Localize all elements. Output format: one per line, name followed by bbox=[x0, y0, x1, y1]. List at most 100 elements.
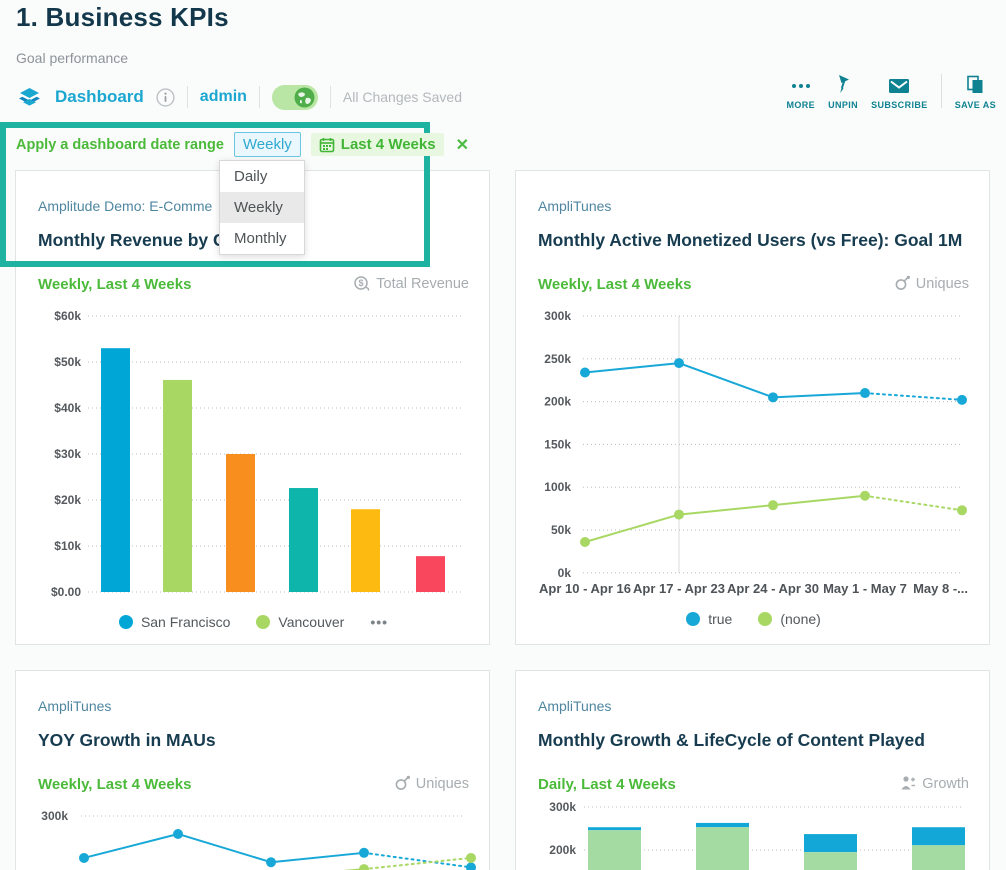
svg-text:May 1 - May 7: May 1 - May 7 bbox=[823, 581, 907, 596]
dashboard-toolbar: MORE UNPIN SUBSCRIBE SAVE AS bbox=[786, 74, 996, 110]
svg-text:50k: 50k bbox=[551, 523, 571, 537]
card-period: Daily, Last 4 Weeks bbox=[538, 776, 676, 793]
card-period: Weekly, Last 4 Weeks bbox=[38, 776, 191, 793]
svg-text:300k: 300k bbox=[549, 801, 576, 814]
subscribe-label: SUBSCRIBE bbox=[871, 100, 928, 110]
chart-card-yoy-growth: AmpliTunes YOY Growth in MAUs Weekly, La… bbox=[15, 670, 490, 870]
card-period: Weekly, Last 4 Weeks bbox=[38, 276, 191, 293]
svg-text:$40k: $40k bbox=[54, 401, 81, 415]
divider bbox=[330, 86, 331, 108]
legend-dot bbox=[758, 612, 772, 626]
svg-text:100k: 100k bbox=[544, 480, 571, 494]
layers-icon bbox=[16, 85, 43, 109]
legend-item-san-francisco[interactable]: San Francisco bbox=[119, 614, 230, 630]
svg-text:$0.00: $0.00 bbox=[51, 585, 81, 599]
dropdown-option-weekly[interactable]: Weekly bbox=[220, 192, 304, 223]
more-label: MORE bbox=[786, 100, 815, 110]
uniques-icon bbox=[894, 275, 911, 292]
card-period: Weekly, Last 4 Weeks bbox=[538, 276, 691, 293]
legend-dot bbox=[119, 615, 133, 629]
svg-text:300k: 300k bbox=[41, 809, 68, 823]
card-source: AmpliTunes bbox=[538, 198, 611, 214]
svg-text:May 8 -...: May 8 -... bbox=[913, 581, 968, 596]
svg-text:Apr 17 - Apr 23: Apr 17 - Apr 23 bbox=[633, 581, 725, 596]
revenue-coin-icon: $ bbox=[353, 275, 371, 292]
card-source: AmpliTunes bbox=[38, 698, 111, 714]
card-source: Amplitude Demo: E-Comme bbox=[38, 198, 212, 214]
legend-more-button[interactable]: ••• bbox=[370, 614, 388, 630]
admin-link[interactable]: admin bbox=[200, 88, 247, 106]
toolbar-divider bbox=[941, 74, 942, 108]
date-range-button[interactable]: Last 4 Weeks bbox=[311, 133, 444, 156]
legend-item-vancouver[interactable]: Vancouver bbox=[256, 614, 344, 630]
metric-label: Total Revenue bbox=[376, 276, 469, 292]
line-chart[interactable]: 300k bbox=[16, 801, 490, 870]
card-title-link[interactable]: Monthly Revenue by Cit bbox=[38, 230, 236, 251]
chart-legend: true (none) bbox=[516, 611, 990, 627]
bar-chart[interactable]: $60k $50k $40k $30k $20k $10k $0.00 bbox=[16, 301, 490, 611]
legend-dot bbox=[686, 612, 700, 626]
card-title-link[interactable]: Monthly Growth & LifeCycle of Content Pl… bbox=[538, 730, 925, 751]
more-button[interactable]: MORE bbox=[786, 76, 815, 110]
svg-text:$60k: $60k bbox=[54, 309, 81, 323]
chart-card-content-played: AmpliTunes Monthly Growth & LifeCycle of… bbox=[515, 670, 990, 870]
svg-text:300k: 300k bbox=[544, 309, 571, 323]
svg-text:150k: 150k bbox=[544, 437, 571, 451]
legend-label: true bbox=[708, 611, 732, 627]
date-range-bar: Apply a dashboard date range Weekly Last… bbox=[16, 131, 469, 158]
svg-text:$: $ bbox=[359, 278, 364, 288]
svg-text:Apr 10 - Apr 16: Apr 10 - Apr 16 bbox=[539, 581, 631, 596]
chart-legend: San Francisco Vancouver ••• bbox=[16, 614, 490, 630]
metric-label: Uniques bbox=[916, 276, 969, 292]
dropdown-option-monthly[interactable]: Monthly bbox=[220, 223, 304, 254]
svg-text:$10k: $10k bbox=[54, 539, 81, 553]
metric-label: Growth bbox=[922, 776, 969, 792]
public-toggle[interactable] bbox=[272, 85, 318, 110]
globe-icon bbox=[294, 87, 315, 108]
metric-label: Uniques bbox=[416, 776, 469, 792]
save-as-button[interactable]: SAVE AS bbox=[955, 75, 996, 110]
svg-text:Apr 24 - Apr 30: Apr 24 - Apr 30 bbox=[727, 581, 819, 596]
growth-person-icon bbox=[900, 775, 917, 792]
divider bbox=[259, 86, 260, 108]
card-metric: $ Total Revenue bbox=[353, 275, 469, 292]
unpin-button[interactable]: UNPIN bbox=[828, 74, 858, 110]
uniques-icon bbox=[394, 775, 411, 792]
legend-label: San Francisco bbox=[141, 614, 230, 630]
line-chart[interactable]: 300k250k200k150k100k50k0kApr 10 - Apr 16… bbox=[516, 301, 990, 606]
ellipsis-icon bbox=[789, 76, 813, 96]
svg-text:$30k: $30k bbox=[54, 447, 81, 461]
card-title-link[interactable]: Monthly Active Monetized Users (vs Free)… bbox=[538, 230, 962, 251]
card-metric: Growth bbox=[900, 775, 969, 792]
chart-card-monetized-users: AmpliTunes Monthly Active Monetized User… bbox=[515, 170, 990, 645]
svg-text:200k: 200k bbox=[549, 843, 576, 857]
close-icon[interactable]: ✕ bbox=[456, 135, 469, 155]
svg-text:$50k: $50k bbox=[54, 355, 81, 369]
dashboard-meta-row: Dashboard admin All Changes Saved bbox=[16, 82, 462, 112]
pin-icon bbox=[834, 74, 852, 96]
page-title: 1. Business KPIs bbox=[16, 2, 229, 33]
subscribe-button[interactable]: SUBSCRIBE bbox=[871, 76, 928, 110]
save-status: All Changes Saved bbox=[343, 89, 462, 105]
interval-dropdown-button[interactable]: Weekly bbox=[234, 132, 301, 157]
legend-item--none-[interactable]: (none) bbox=[758, 611, 820, 627]
divider bbox=[187, 86, 188, 108]
interval-dropdown-menu: DailyWeeklyMonthly bbox=[219, 160, 305, 255]
stacked-bar-chart[interactable]: 300k 200k bbox=[516, 801, 990, 870]
card-metric: Uniques bbox=[394, 775, 469, 792]
save-as-label: SAVE AS bbox=[955, 100, 996, 110]
envelope-icon bbox=[887, 76, 911, 96]
date-range-label: Apply a dashboard date range bbox=[16, 137, 224, 153]
card-metric: Uniques bbox=[894, 275, 969, 292]
dropdown-option-daily[interactable]: Daily bbox=[220, 161, 304, 192]
card-source: AmpliTunes bbox=[538, 698, 611, 714]
svg-text:$20k: $20k bbox=[54, 493, 81, 507]
copy-pages-icon bbox=[965, 75, 985, 96]
calendar-icon bbox=[319, 137, 335, 153]
unpin-label: UNPIN bbox=[828, 100, 858, 110]
card-title-link[interactable]: YOY Growth in MAUs bbox=[38, 730, 216, 751]
legend-item-true[interactable]: true bbox=[686, 611, 732, 627]
date-range-value: Last 4 Weeks bbox=[341, 136, 436, 153]
info-icon[interactable] bbox=[156, 88, 175, 107]
dashboard-label: Dashboard bbox=[55, 87, 144, 107]
